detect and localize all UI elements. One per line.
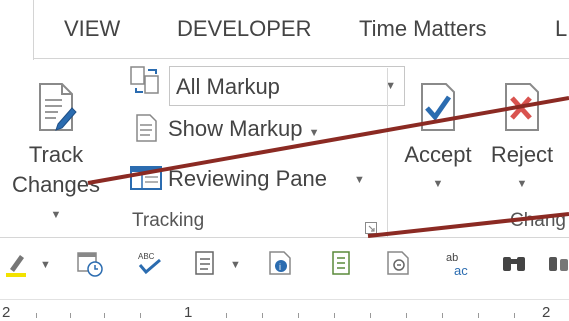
track-changes-label-1: Track (28, 142, 84, 167)
accept-button[interactable]: Accept ▼ (396, 82, 480, 202)
ruler-tick (334, 313, 335, 318)
info-document-icon[interactable]: i (266, 249, 294, 277)
accept-label: Accept (404, 142, 472, 167)
ribbon: Track Changes ▼ All Markup ▼ Show Markup… (0, 60, 569, 238)
tab-divider (33, 0, 34, 60)
ruler: 2 1 2 (0, 299, 569, 321)
ribbon-tabs: VIEW DEVELOPER Time Matters L (0, 0, 569, 60)
track-changes-label-2: Changes (11, 172, 101, 197)
chevron-down-icon[interactable]: ▼ (40, 259, 51, 271)
tab-developer[interactable]: DEVELOPER (177, 16, 312, 42)
ruler-number-left: 2 (2, 304, 11, 321)
tab-time-matters[interactable]: Time Matters (359, 16, 487, 42)
chevron-down-icon: ▼ (50, 209, 62, 221)
ruler-tick (70, 313, 71, 318)
ruler-tick (36, 313, 37, 318)
accept-icon (421, 83, 455, 131)
track-changes-icon (39, 83, 77, 131)
comment-list-icon[interactable] (328, 249, 356, 277)
ruler-tick (262, 313, 263, 318)
reject-button[interactable]: Reject ▼ (484, 82, 560, 202)
ruler-tick (442, 313, 443, 318)
markup-combo[interactable]: All Markup ▼ (169, 66, 405, 106)
format-icon[interactable] (546, 249, 569, 277)
ribbon-bottom-border (0, 237, 569, 238)
markup-combo-value: All Markup (176, 74, 280, 99)
spelling-check-icon[interactable]: ABC (136, 249, 164, 277)
highlighter-icon[interactable] (6, 249, 34, 277)
chevron-down-icon: ▼ (308, 127, 320, 139)
ruler-tick (104, 313, 105, 318)
quick-toolbar: ▼ ABC ▼ i ab ac (0, 239, 569, 299)
svg-text:ac: ac (454, 263, 468, 277)
tracking-group-label: Tracking (132, 210, 205, 231)
reject-label: Reject (490, 142, 554, 167)
binoculars-icon[interactable] (500, 249, 528, 277)
changes-group-label: Chang (510, 210, 566, 231)
ruler-number-1: 1 (184, 304, 193, 321)
show-markup-icon (136, 114, 157, 142)
show-markup-label: Show Markup (168, 116, 303, 141)
ruler-tick (514, 313, 515, 318)
svg-text:ABC: ABC (138, 252, 155, 261)
group-separator (387, 68, 388, 238)
ruler-tick (226, 313, 227, 318)
chevron-down-icon[interactable]: ▼ (484, 178, 560, 190)
reject-icon (505, 83, 539, 131)
replace-text-icon[interactable]: ab ac (444, 249, 472, 277)
track-changes-button[interactable]: Track Changes ▼ (6, 74, 106, 221)
ruler-tick (298, 313, 299, 318)
chevron-down-icon[interactable]: ▼ (230, 259, 241, 271)
tab-partial[interactable]: L (555, 16, 567, 42)
dialog-launcher-icon[interactable] (365, 222, 377, 234)
track-changes-label-row: Changes ▼ (6, 172, 106, 224)
calendar-clock-icon[interactable] (76, 249, 104, 277)
ruler-number-2: 2 (542, 304, 551, 321)
reviewing-pane-icon (130, 166, 162, 190)
tab-baseline (33, 58, 569, 59)
reviewing-pane-label: Reviewing Pane (168, 166, 327, 191)
chevron-down-icon[interactable]: ▼ (354, 174, 365, 186)
chevron-down-icon[interactable]: ▼ (396, 178, 480, 190)
display-for-review-icon (130, 66, 159, 94)
ruler-tick (140, 313, 141, 318)
ruler-tick (406, 313, 407, 318)
document-search-icon[interactable] (384, 249, 412, 277)
clipboard-icon[interactable] (192, 249, 220, 277)
ruler-tick (370, 313, 371, 318)
tab-view[interactable]: VIEW (64, 16, 120, 42)
show-markup-label-row: Show Markup ▼ (168, 116, 320, 142)
ruler-tick (478, 313, 479, 318)
svg-text:i: i (279, 262, 281, 272)
